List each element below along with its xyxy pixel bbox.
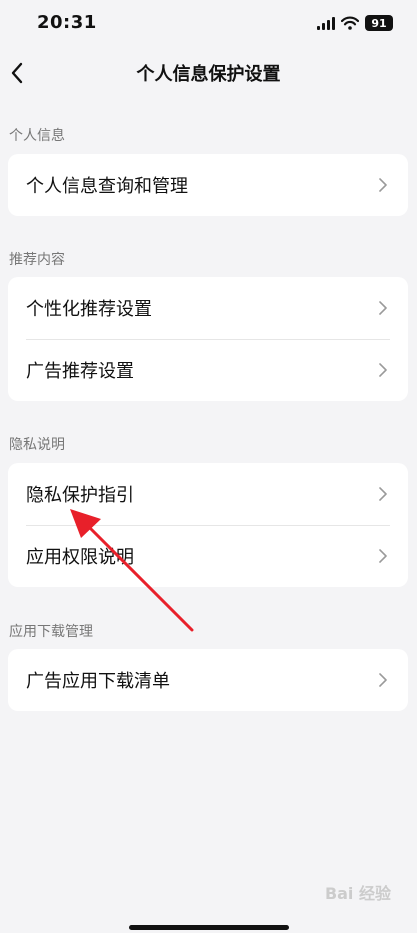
section-header-privacy: 隐私说明 [9,437,65,453]
row-label: 个性化推荐设置 [26,299,152,320]
watermark: Bai 经验 [325,880,391,904]
status-time: 20:31 [37,12,97,33]
card-privacy: 隐私保护指引 应用权限说明 [8,463,408,587]
row-app-permissions[interactable]: 应用权限说明 [8,525,408,587]
row-privacy-guide[interactable]: 隐私保护指引 [8,463,408,525]
row-personalized-recommend[interactable]: 个性化推荐设置 [8,277,408,339]
chevron-right-icon [379,549,387,563]
home-indicator[interactable] [129,925,289,930]
page-title: 个人信息保护设置 [136,64,281,85]
section-header-download: 应用下载管理 [9,624,93,640]
row-label: 广告应用下载清单 [26,671,170,692]
chevron-right-icon [379,301,387,315]
row-label: 广告推荐设置 [26,361,134,382]
chevron-right-icon [379,673,387,687]
card-recommend: 个性化推荐设置 广告推荐设置 [8,277,408,401]
signal-icon [317,16,335,30]
battery-icon: 91 [365,15,393,31]
section-header-recommend: 推荐内容 [9,252,65,268]
status-icons: 91 [317,15,393,31]
section-header-personal-info: 个人信息 [9,128,65,144]
watermark-text: Bai 经验 [324,884,391,903]
row-label: 个人信息查询和管理 [26,176,188,197]
chevron-right-icon [379,178,387,192]
card-download: 广告应用下载清单 [8,649,408,711]
row-personal-info-query[interactable]: 个人信息查询和管理 [8,154,408,216]
battery-level: 91 [371,16,387,30]
row-ad-recommend[interactable]: 广告推荐设置 [8,339,408,401]
chevron-right-icon [379,363,387,377]
wifi-icon [341,16,359,30]
status-bar: 20:31 91 [0,0,417,48]
card-personal-info: 个人信息查询和管理 [8,154,408,216]
nav-bar: 个人信息保护设置 [0,48,417,98]
row-label: 隐私保护指引 [26,485,134,506]
row-ad-app-download-list[interactable]: 广告应用下载清单 [8,649,408,711]
chevron-right-icon [379,487,387,501]
row-label: 应用权限说明 [26,547,134,568]
